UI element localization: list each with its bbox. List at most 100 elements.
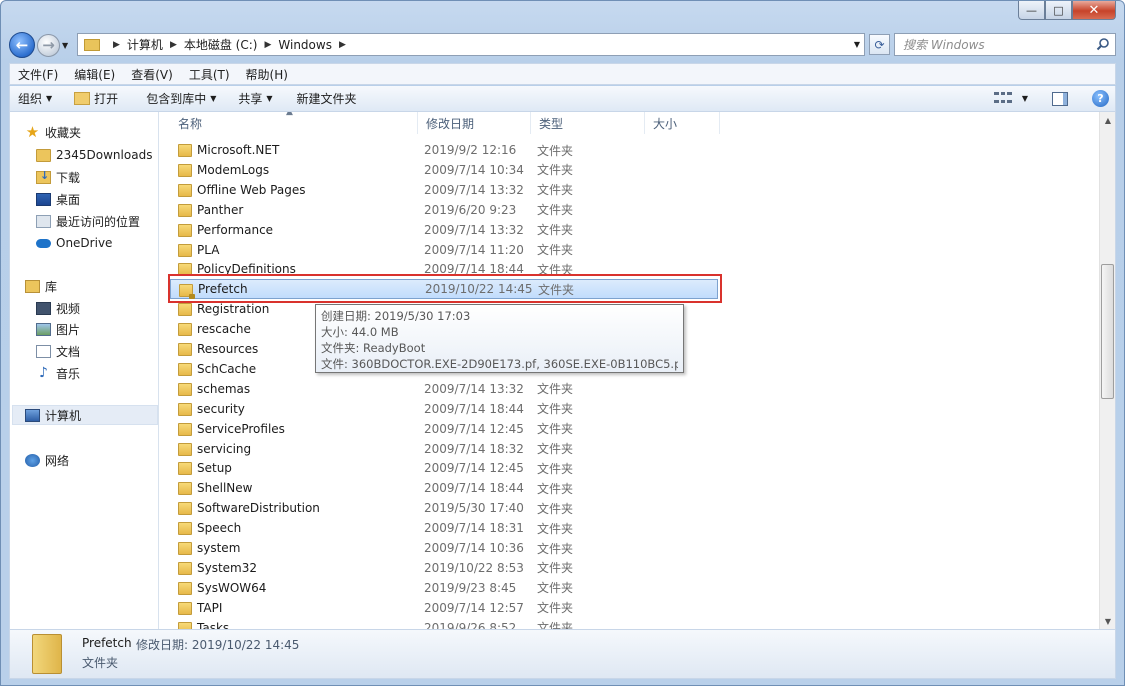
breadcrumb-separator-icon[interactable]: ▶ [170, 40, 177, 50]
details-type: 文件夹 [82, 656, 119, 670]
vertical-scrollbar[interactable]: ▲ ▼ [1099, 112, 1115, 629]
help-icon[interactable]: ? [1092, 90, 1109, 107]
maximize-button[interactable]: □ [1045, 1, 1072, 20]
sidebar-network[interactable]: 网络 [25, 450, 69, 470]
caption-buttons: — □ ✕ [1018, 1, 1116, 20]
breadcrumb-separator-icon[interactable]: ▶ [113, 40, 120, 50]
address-bar[interactable]: ▶ 计算机 ▶ 本地磁盘 (C:) ▶ Windows ▶ ▼ [77, 33, 865, 56]
recent-pages-dropdown[interactable]: ▼ [62, 41, 72, 50]
search-icon[interactable] [1096, 37, 1110, 51]
include-in-library-button[interactable]: 包含到库中 ▼ [138, 90, 224, 107]
file-name: Microsoft.NET [197, 143, 280, 157]
file-name: Resources [197, 342, 259, 356]
change-view-icon[interactable] [993, 91, 1012, 106]
folder-icon [178, 422, 192, 436]
folder-icon [178, 243, 192, 257]
table-row[interactable]: Speech 2009/7/14 18:31 文件夹 [170, 518, 718, 538]
organize-button[interactable]: 组织 ▼ [10, 90, 60, 107]
column-header-date[interactable]: 修改日期 [418, 112, 531, 134]
breadcrumb-separator-icon[interactable]: ▶ [264, 40, 271, 50]
table-row[interactable]: Microsoft.NET 2019/9/2 12:16 文件夹 [170, 140, 718, 160]
breadcrumb-local-disk[interactable]: 本地磁盘 (C:) [184, 36, 258, 53]
breadcrumb-windows[interactable]: Windows [278, 38, 332, 52]
table-row[interactable]: servicing 2009/7/14 18:32 文件夹 [170, 439, 718, 459]
column-header-size[interactable]: 大小 [645, 112, 720, 134]
folder-icon [178, 522, 192, 536]
sidebar-item-pictures[interactable]: 图片 [36, 319, 80, 339]
sidebar-item-label: 文档 [56, 344, 81, 359]
folder-icon [178, 442, 192, 456]
file-type: 文件夹 [537, 581, 574, 596]
file-modified-date: 2019/9/26 8:52 [424, 620, 517, 629]
column-header-name[interactable]: 名称 [170, 112, 418, 134]
table-row[interactable]: Panther 2019/6/20 9:23 文件夹 [170, 200, 718, 220]
scroll-down-icon[interactable]: ▼ [1100, 613, 1116, 629]
table-row[interactable]: ShellNew 2009/7/14 18:44 文件夹 [170, 478, 718, 498]
close-button[interactable]: ✕ [1072, 1, 1116, 20]
table-row[interactable]: PolicyDefinitions 2009/7/14 18:44 文件夹 [170, 259, 718, 279]
table-row[interactable]: Setup 2009/7/14 12:45 文件夹 [170, 458, 718, 478]
column-header-type[interactable]: 类型 [531, 112, 645, 134]
menu-tools[interactable]: 工具(T) [181, 66, 238, 83]
forward-button[interactable]: → [37, 33, 60, 57]
sidebar-item-documents[interactable]: 文档 [36, 341, 80, 361]
file-name: system [197, 541, 241, 555]
breadcrumb-computer[interactable]: 计算机 [127, 36, 163, 53]
refresh-button[interactable]: ⟳ [869, 34, 890, 55]
table-row[interactable]: Performance 2009/7/14 13:32 文件夹 [170, 220, 718, 240]
sidebar-favorites[interactable]: ★ 收藏夹 [25, 122, 81, 142]
table-row[interactable]: PLA 2009/7/14 11:20 文件夹 [170, 240, 718, 260]
minimize-button[interactable]: — [1018, 1, 1045, 20]
table-row[interactable]: SysWOW64 2019/9/23 8:45 文件夹 [170, 578, 718, 598]
open-button[interactable]: 打开 [66, 90, 126, 107]
table-row[interactable]: ServiceProfiles 2009/7/14 12:45 文件夹 [170, 419, 718, 439]
breadcrumb-separator-icon[interactable]: ▶ [339, 40, 346, 50]
back-button[interactable]: ← [9, 32, 35, 58]
file-name: servicing [197, 441, 252, 456]
file-name: ModemLogs [197, 162, 270, 177]
share-button[interactable]: 共享 ▼ [230, 90, 280, 107]
table-row[interactable]: system 2009/7/14 10:36 文件夹 [170, 538, 718, 558]
table-row[interactable]: Offline Web Pages 2009/7/14 13:32 文件夹 [170, 180, 718, 200]
new-folder-button[interactable]: 新建文件夹 [289, 90, 365, 107]
file-modified-date: 2009/7/14 13:32 [424, 222, 524, 237]
table-row[interactable]: Prefetch 2019/10/22 14:45 文件夹 [170, 279, 718, 300]
sidebar-item-onedrive[interactable]: OneDrive [36, 233, 112, 253]
address-dropdown-icon[interactable]: ▼ [854, 40, 860, 49]
sidebar-libraries[interactable]: 库 [25, 276, 57, 296]
file-name: ServiceProfiles [197, 421, 285, 436]
sidebar-computer[interactable]: 计算机 [12, 405, 158, 425]
scroll-up-icon[interactable]: ▲ [1100, 112, 1116, 128]
table-row[interactable]: schemas 2009/7/14 13:32 文件夹 [170, 379, 718, 399]
preview-pane-icon[interactable] [1052, 91, 1068, 106]
menu-file[interactable]: 文件(F) [10, 66, 66, 83]
file-modified-date: 2009/7/14 12:57 [424, 600, 524, 615]
table-row[interactable]: ModemLogs 2009/7/14 10:34 文件夹 [170, 160, 718, 180]
search-input[interactable]: 搜索 Windows [894, 33, 1116, 56]
table-row[interactable]: Tasks 2019/9/26 8:52 文件夹 [170, 618, 718, 629]
table-row[interactable]: SoftwareDistribution 2019/5/30 17:40 文件夹 [170, 498, 718, 518]
table-row[interactable]: System32 2019/10/22 8:53 文件夹 [170, 558, 718, 578]
file-name: Setup [197, 461, 232, 476]
folder-icon [178, 203, 192, 217]
file-type: 文件夹 [537, 561, 574, 576]
file-type: 文件夹 [537, 521, 574, 536]
sidebar-item-music[interactable]: ♪ 音乐 [36, 363, 80, 383]
folder-icon [178, 303, 192, 317]
file-name: Performance [197, 222, 274, 237]
folder-icon [178, 144, 192, 157]
menu-view[interactable]: 查看(V) [123, 66, 181, 83]
sidebar-item-downloads[interactable]: 下载 [36, 167, 80, 187]
sidebar-item-desktop[interactable]: 桌面 [36, 189, 80, 209]
scrollbar-thumb[interactable] [1101, 264, 1114, 399]
table-row[interactable]: TAPI 2009/7/14 12:57 文件夹 [170, 598, 718, 618]
table-row[interactable]: security 2009/7/14 18:44 文件夹 [170, 399, 718, 419]
menu-help[interactable]: 帮助(H) [238, 66, 296, 83]
folder-icon [178, 163, 192, 177]
file-type: 文件夹 [537, 402, 574, 417]
sidebar-item-2345downloads[interactable]: 2345Downloads [36, 145, 152, 165]
view-options-dropdown-icon[interactable]: ▼ [1022, 94, 1028, 103]
menu-edit[interactable]: 编辑(E) [66, 66, 123, 83]
sidebar-item-videos[interactable]: 视频 [36, 298, 80, 318]
sidebar-item-recent-places[interactable]: 最近访问的位置 [36, 211, 140, 231]
